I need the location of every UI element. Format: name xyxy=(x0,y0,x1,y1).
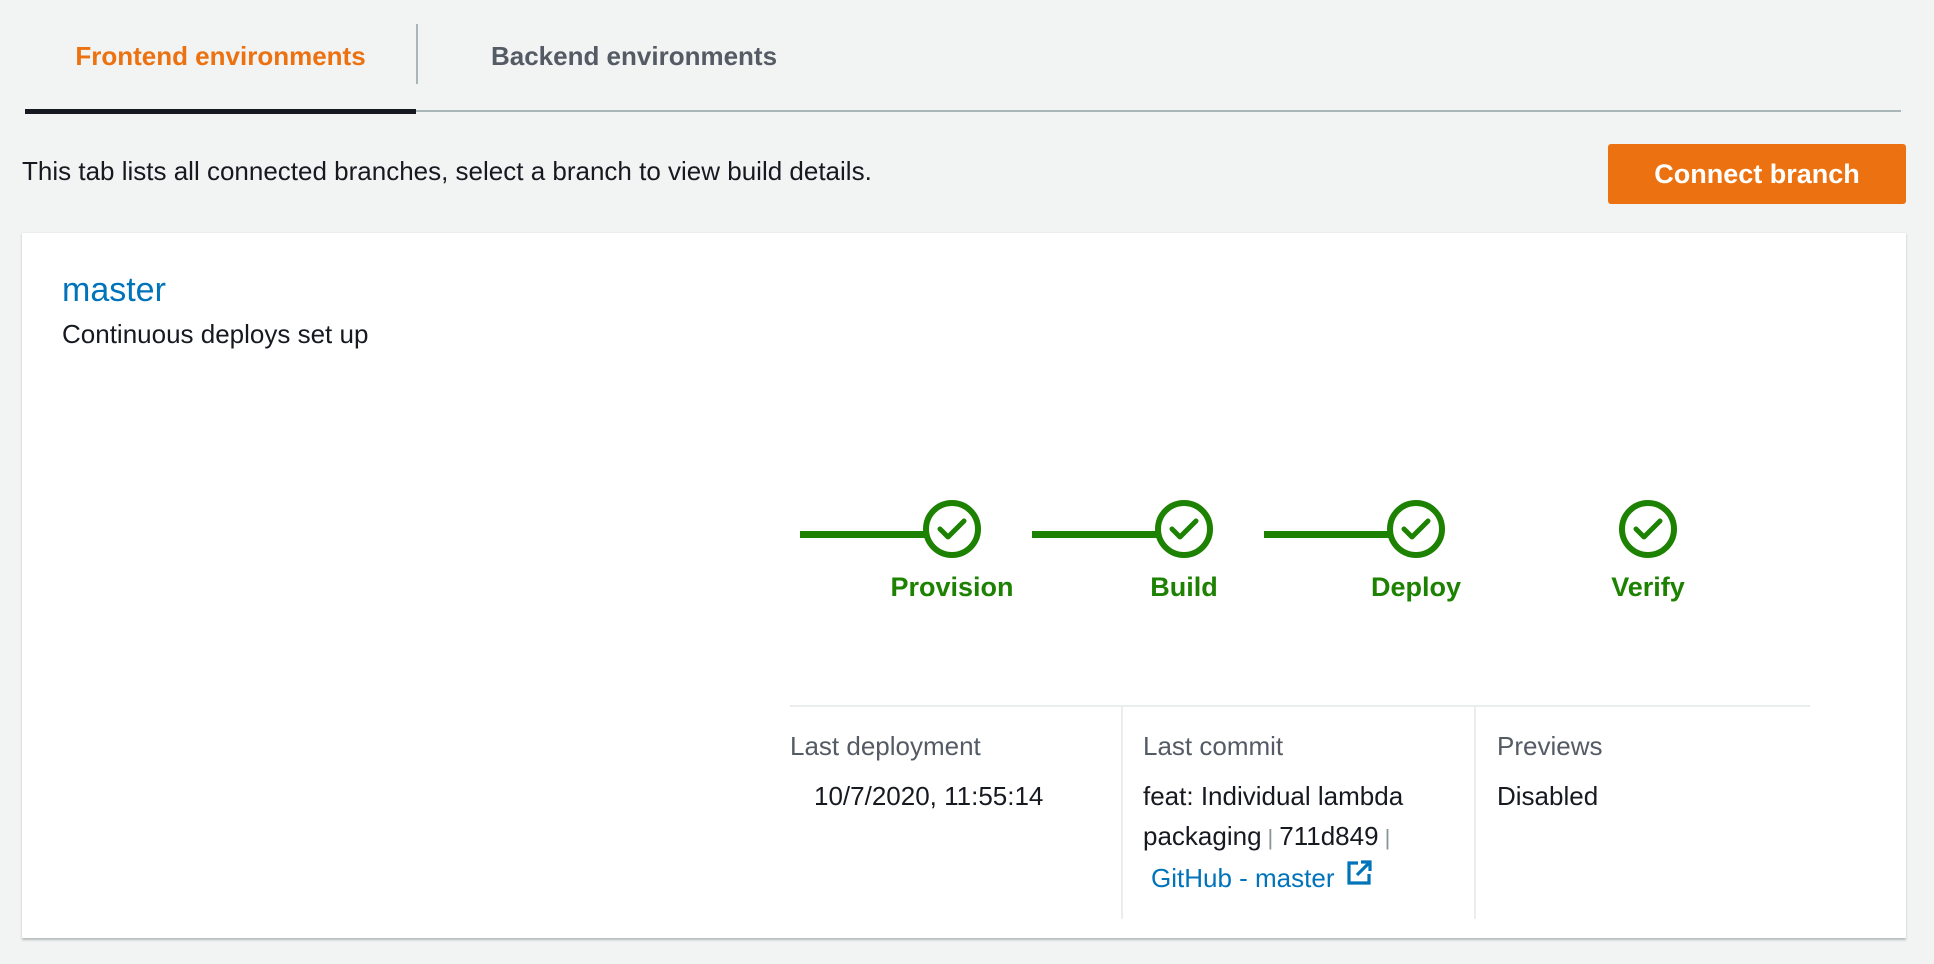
commit-link-line: GitHub - master xyxy=(1143,858,1463,898)
branch-card: master Continuous deploys set up Provisi… xyxy=(22,232,1906,938)
tab-backend-environments[interactable]: Backend environments xyxy=(417,0,851,112)
pipeline-step-provision: Provision xyxy=(852,500,1052,603)
tab-frontend-environments[interactable]: Frontend environments xyxy=(25,0,416,114)
github-branch-link[interactable]: GitHub - master xyxy=(1151,858,1373,898)
check-circle-icon xyxy=(1387,500,1445,558)
last-deployment-label: Last deployment xyxy=(790,731,981,761)
pipeline-step-build: Build xyxy=(1084,500,1284,603)
commit-hash: 711d849 xyxy=(1279,821,1379,851)
check-circle-icon xyxy=(923,500,981,558)
pipeline-step-label: Provision xyxy=(890,572,1014,602)
info-column-divider xyxy=(1474,707,1476,919)
check-circle-icon xyxy=(1619,500,1677,558)
previews-section: Previews Disabled xyxy=(1497,731,1602,816)
commit-message-continuation: packaging xyxy=(1143,821,1262,851)
last-deployment-section: Last deployment 10/7/2020, 11:55:14 xyxy=(790,731,1043,816)
commit-message-line: packaging | 711d849 | xyxy=(1143,816,1463,858)
pipeline-step-label: Build xyxy=(1150,572,1218,602)
github-link-text: GitHub - master xyxy=(1151,863,1335,893)
branch-name-link[interactable]: master xyxy=(62,271,166,310)
last-commit-label: Last commit xyxy=(1143,731,1284,761)
connect-branch-button[interactable]: Connect branch xyxy=(1608,144,1906,204)
info-divider xyxy=(790,705,1810,707)
external-link-icon xyxy=(1345,858,1373,898)
pipeline-step-deploy: Deploy xyxy=(1316,500,1516,603)
tab-description: This tab lists all connected branches, s… xyxy=(22,156,872,186)
tab-frontend-label: Frontend environments xyxy=(75,40,366,71)
commit-message-line: feat: Individual lambda xyxy=(1143,781,1404,811)
separator: | xyxy=(1384,825,1391,850)
info-column-divider xyxy=(1121,707,1123,919)
environment-tabs: Frontend environments Backend environmen… xyxy=(25,0,1901,114)
last-commit-value: feat: Individual lambda packaging | 711d84… xyxy=(1143,776,1463,898)
last-commit-section: Last commit feat: Individual lambda pack… xyxy=(1143,731,1463,898)
tab-backend-label: Backend environments xyxy=(490,40,778,71)
previews-value: Disabled xyxy=(1497,781,1599,811)
branch-status: Continuous deploys set up xyxy=(62,319,369,349)
pipeline-step-label: Deploy xyxy=(1370,572,1462,602)
pipeline-step-label: Verify xyxy=(1611,572,1685,602)
previews-label: Previews xyxy=(1497,731,1603,761)
check-circle-icon xyxy=(1155,500,1213,558)
pipeline-step-verify: Verify xyxy=(1548,500,1748,603)
separator: | xyxy=(1267,825,1274,850)
last-deployment-value: 10/7/2020, 11:55:14 xyxy=(814,781,1044,811)
